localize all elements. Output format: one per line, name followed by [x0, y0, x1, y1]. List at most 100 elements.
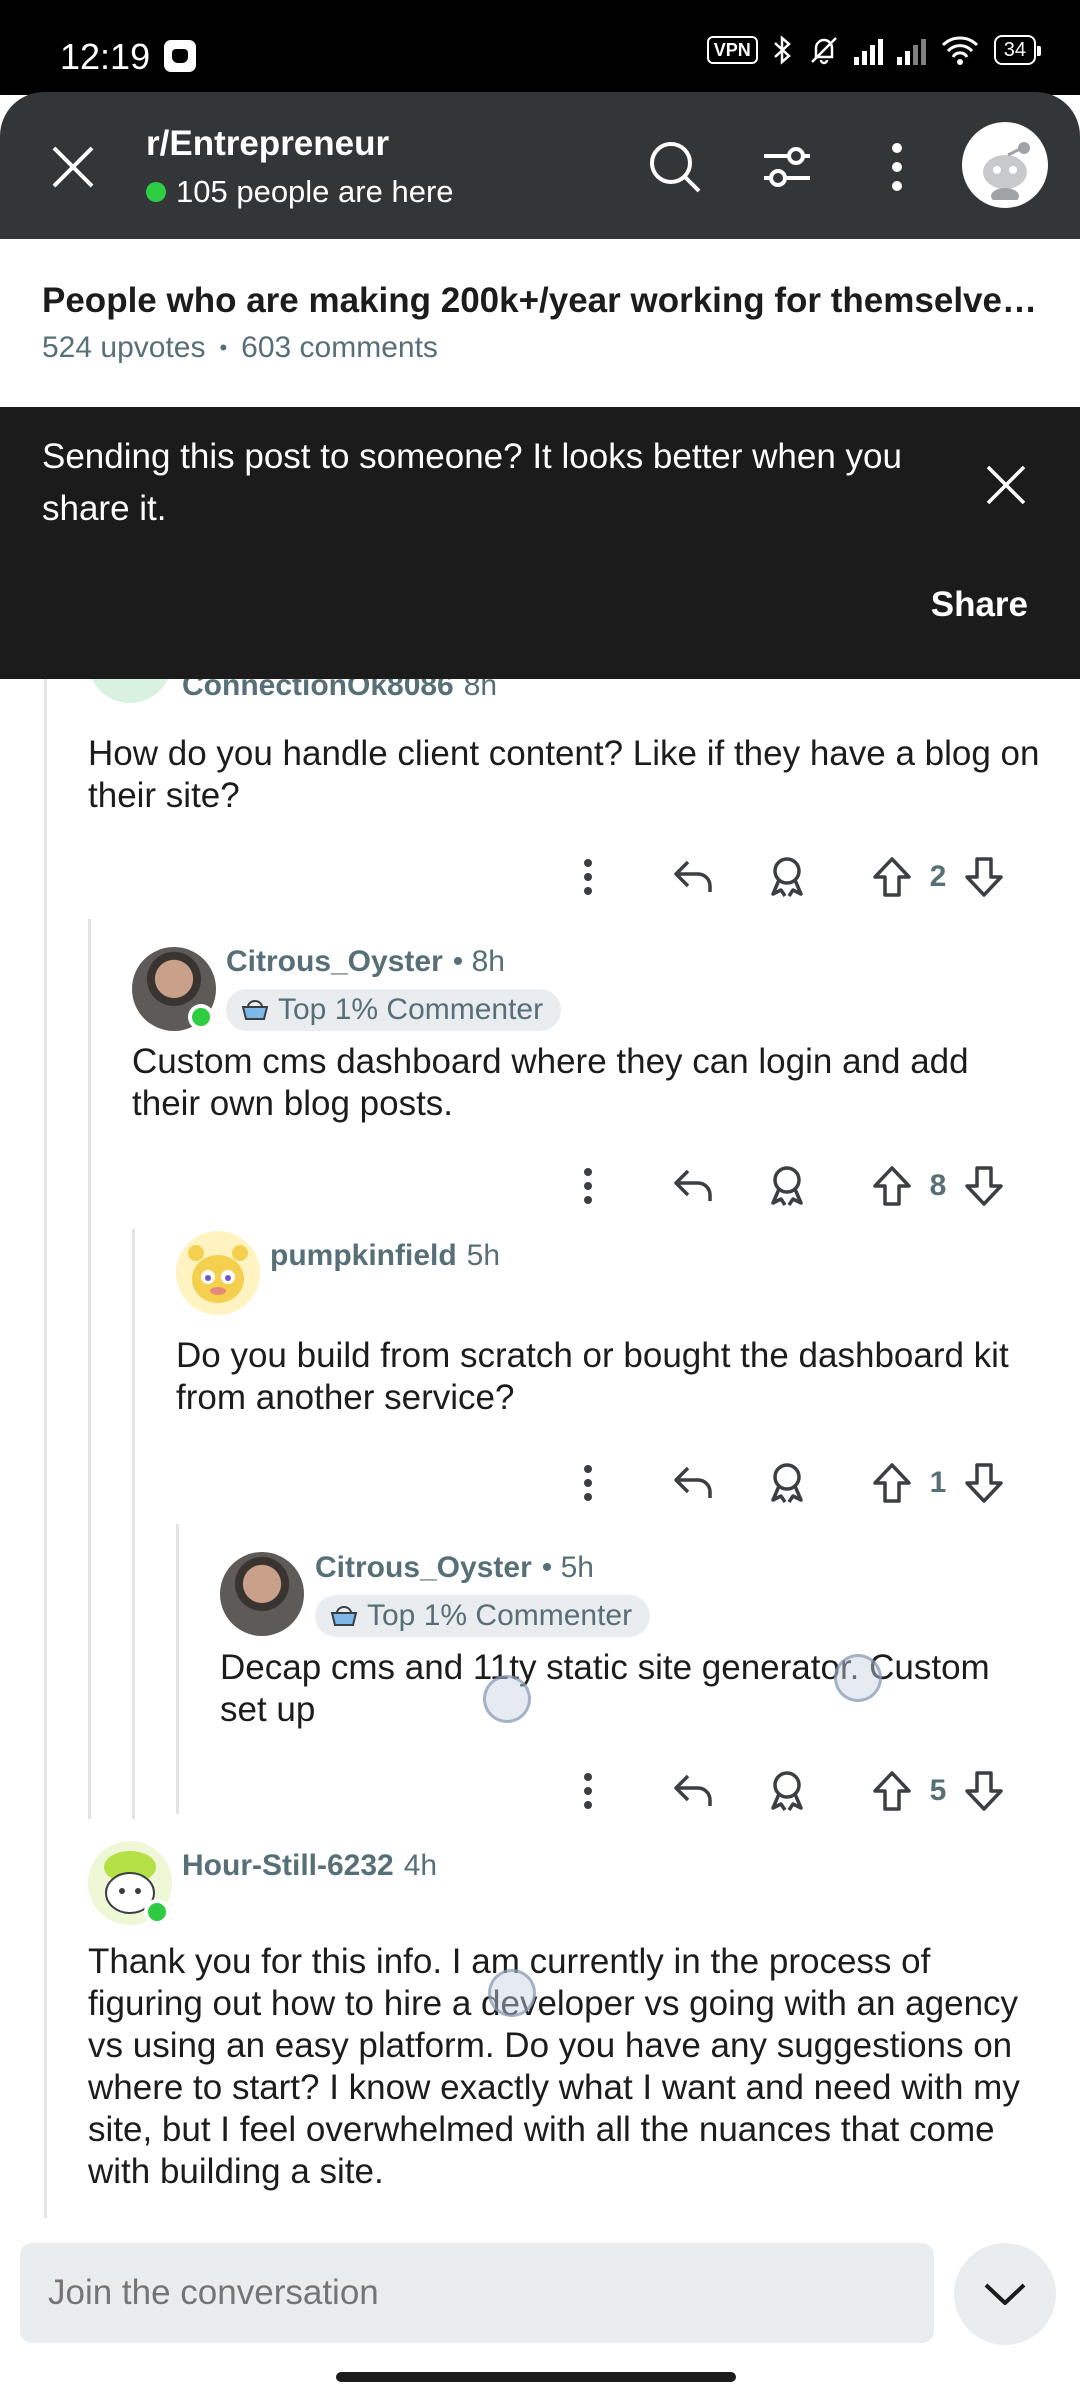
toast-close-button[interactable] — [972, 451, 1040, 519]
vote-count: 8 — [929, 1169, 947, 1202]
downvote-button[interactable] — [962, 1453, 1006, 1513]
comment-count: 603 comments — [241, 331, 438, 364]
close-icon — [52, 146, 94, 188]
upvote-arrow-icon — [873, 857, 911, 897]
toast-message: Sending this post to someone? It looks b… — [42, 437, 902, 528]
top-commenter-badge-icon — [241, 1000, 269, 1020]
online-indicator — [144, 1899, 170, 1925]
comment-time: 8h — [463, 679, 498, 702]
downvote-button[interactable] — [962, 1156, 1006, 1216]
comment-time: 4h — [403, 1849, 438, 1882]
more-options-button[interactable] — [862, 132, 932, 202]
status-bar: 12:19 VPN 34 — [0, 0, 1080, 95]
comment-time: • 5h — [541, 1551, 594, 1584]
post-meta: 524 upvotes • 603 comments — [42, 331, 438, 365]
reply-button[interactable] — [668, 1761, 718, 1821]
touch-indicator — [483, 1675, 531, 1723]
more-vertical-icon — [584, 1465, 592, 1501]
more-button[interactable] — [570, 1453, 606, 1513]
downvote-button[interactable] — [962, 847, 1006, 907]
comment-actions: 8 — [0, 1156, 1080, 1216]
mute-bell-icon — [810, 37, 837, 65]
award-icon — [771, 1463, 803, 1503]
subreddit-header: r/Entrepreneur 105 people are here — [0, 92, 1080, 239]
upvote-arrow-icon — [873, 1771, 911, 1811]
signal-icon-1 — [853, 35, 883, 65]
reply-icon — [674, 1466, 712, 1498]
sort-filter-icon — [764, 147, 810, 187]
avatar[interactable] — [176, 1231, 260, 1315]
more-vertical-icon — [584, 859, 592, 895]
share-toast: Sending this post to someone? It looks b… — [0, 407, 1080, 679]
search-button[interactable] — [640, 132, 710, 202]
avatar[interactable] — [88, 679, 172, 703]
award-button[interactable] — [762, 1156, 812, 1216]
reply-icon — [674, 1169, 712, 1201]
more-button[interactable] — [570, 1156, 606, 1216]
comment-author-row: Hour-Still-6232 4h — [182, 1849, 437, 1883]
home-indicator[interactable] — [336, 2372, 736, 2382]
commenter-badge[interactable]: Top 1% Commenter — [315, 1595, 651, 1637]
online-indicator — [146, 182, 166, 202]
award-icon — [771, 857, 803, 897]
commenter-badge[interactable]: Top 1% Commenter — [226, 989, 562, 1031]
comment-author[interactable]: Hour-Still-6232 — [182, 1849, 394, 1883]
comment-time: 5h — [466, 1239, 501, 1272]
comment-actions: 2 — [0, 847, 1080, 907]
reply-icon — [674, 1774, 712, 1806]
upvote-count: 524 upvotes — [42, 331, 206, 364]
comment-author[interactable]: Citrous_Oyster — [315, 1551, 532, 1585]
signal-icon-2 — [896, 35, 926, 65]
upvote-button[interactable] — [870, 1156, 914, 1216]
bluetooth-icon — [773, 35, 791, 65]
battery-icon: 34 — [993, 35, 1042, 65]
comment-author[interactable]: Citrous_Oyster — [226, 945, 443, 979]
thread-line — [88, 919, 91, 1819]
more-button[interactable] — [570, 1761, 606, 1821]
online-text: 105 people are here — [176, 174, 454, 209]
status-time: 12:19 — [60, 36, 151, 77]
meta-separator: • — [219, 335, 228, 360]
award-button[interactable] — [762, 847, 812, 907]
share-button[interactable]: Share — [931, 585, 1028, 625]
close-button[interactable] — [42, 136, 104, 198]
comment-author-row: pumpkinfield 5h — [270, 1239, 500, 1273]
downvote-button[interactable] — [962, 1761, 1006, 1821]
more-vertical-icon — [584, 1168, 592, 1204]
reply-icon — [674, 860, 712, 892]
collapse-button[interactable] — [954, 2243, 1056, 2345]
upvote-button[interactable] — [870, 1453, 914, 1513]
vote-count: 2 — [929, 860, 947, 893]
award-button[interactable] — [762, 1453, 812, 1513]
comment-author-row: Citrous_Oyster • 5h — [315, 1551, 594, 1585]
touch-indicator — [834, 1654, 882, 1702]
vpn-icon: VPN — [706, 36, 758, 64]
subreddit-name[interactable]: r/Entrepreneur — [146, 124, 389, 164]
upvote-button[interactable] — [870, 847, 914, 907]
reply-button[interactable] — [668, 1156, 718, 1216]
wifi-icon — [941, 36, 978, 65]
online-count: 105 people are here — [146, 174, 454, 210]
more-button[interactable] — [570, 847, 606, 907]
comment-author[interactable]: ConnectionOk8086 — [182, 679, 454, 703]
filter-button[interactable] — [752, 132, 822, 202]
join-conversation-input[interactable] — [20, 2243, 934, 2343]
comment-body: Decap cms and 11ty static site generator… — [220, 1648, 990, 1729]
badge-label: Top 1% Commenter — [367, 1599, 633, 1632]
user-avatar[interactable] — [962, 122, 1048, 208]
post-summary[interactable]: People who are making 200k+/year working… — [0, 239, 1080, 407]
chevron-down-icon — [984, 2283, 1026, 2305]
reply-button[interactable] — [668, 1453, 718, 1513]
reply-button[interactable] — [668, 847, 718, 907]
comment-thread: ConnectionOk8086 8h How do you handle cl… — [0, 679, 1080, 2239]
snoo-avatar-icon — [188, 1245, 248, 1303]
top-commenter-badge-icon — [330, 1606, 358, 1626]
comment-body: Thank you for this info. I am currently … — [88, 1942, 1020, 2191]
notification-app-icon — [164, 40, 196, 72]
upvote-button[interactable] — [870, 1761, 914, 1821]
post-title[interactable]: People who are making 200k+/year working… — [42, 281, 1042, 321]
comment-author-row: ConnectionOk8086 8h — [182, 679, 497, 703]
avatar[interactable] — [220, 1552, 304, 1636]
comment-author[interactable]: pumpkinfield — [270, 1239, 457, 1273]
award-button[interactable] — [762, 1761, 812, 1821]
